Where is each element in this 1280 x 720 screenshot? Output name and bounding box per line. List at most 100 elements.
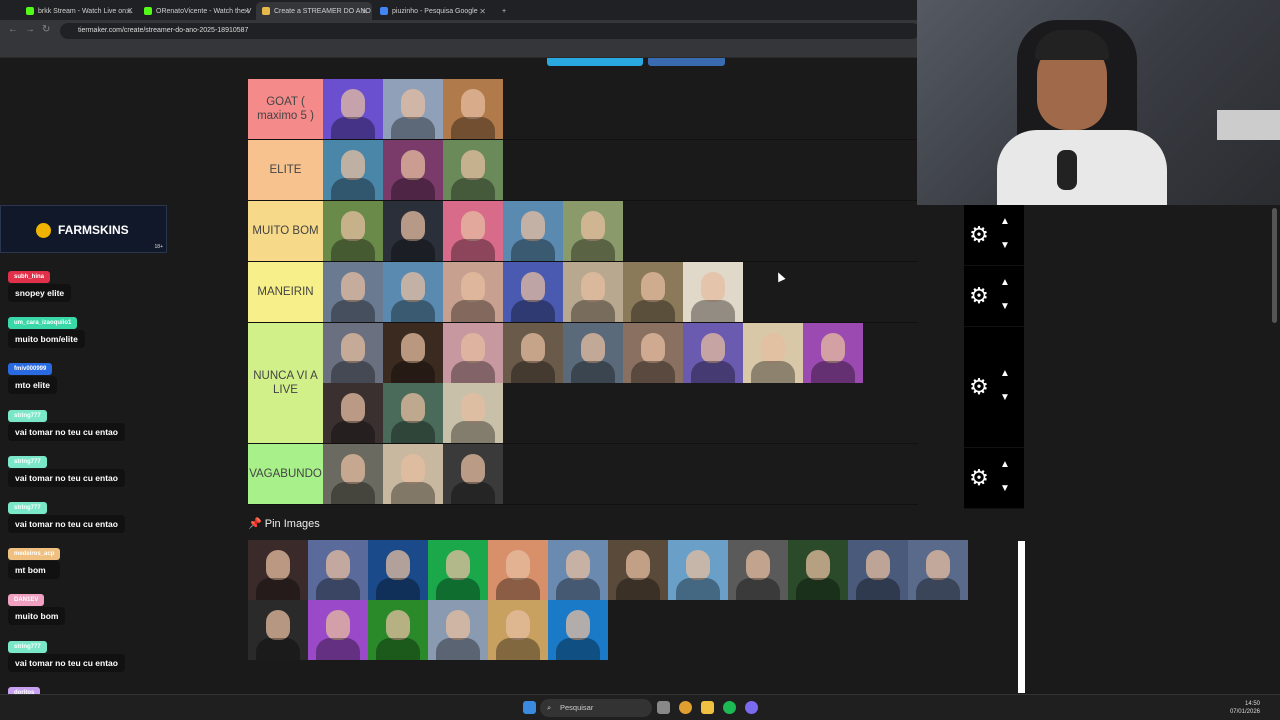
task-view-icon[interactable] bbox=[657, 701, 670, 714]
pin-item-image[interactable] bbox=[368, 600, 428, 660]
spotify-icon[interactable] bbox=[723, 701, 736, 714]
tier-label[interactable]: VAGABUNDO bbox=[248, 444, 323, 504]
tier-item-image[interactable] bbox=[503, 262, 563, 322]
tier-item-image[interactable] bbox=[383, 140, 443, 200]
page-scrollbar[interactable] bbox=[1272, 208, 1277, 323]
browser-tab[interactable]: ORenatoVicente - Watch the V ✕ bbox=[138, 2, 254, 20]
chevron-up-icon[interactable]: ▲ bbox=[1000, 460, 1010, 470]
pin-item-image[interactable] bbox=[788, 540, 848, 600]
tier-item-image[interactable] bbox=[323, 444, 383, 504]
new-tab-icon[interactable]: + bbox=[496, 2, 512, 20]
pin-item-image[interactable] bbox=[548, 540, 608, 600]
tier-item-image[interactable] bbox=[443, 140, 503, 200]
file-explorer-icon[interactable] bbox=[701, 701, 714, 714]
portrait-body bbox=[571, 239, 615, 261]
tier-item-image[interactable] bbox=[323, 383, 383, 443]
tier-item-image[interactable] bbox=[443, 201, 503, 261]
discord-icon[interactable] bbox=[745, 701, 758, 714]
gear-icon[interactable]: ⚙ bbox=[968, 467, 990, 489]
tier-item-image[interactable] bbox=[383, 201, 443, 261]
tier-label[interactable]: MANEIRIN bbox=[248, 262, 323, 322]
pin-item-image[interactable] bbox=[428, 600, 488, 660]
tier-item-image[interactable] bbox=[443, 383, 503, 443]
tier-item-image[interactable] bbox=[443, 323, 503, 383]
tier-item-image[interactable] bbox=[323, 262, 383, 322]
tier-item-image[interactable] bbox=[443, 444, 503, 504]
pin-item-image[interactable] bbox=[548, 600, 608, 660]
pin-item-image[interactable] bbox=[488, 540, 548, 600]
tier-item-image[interactable] bbox=[323, 201, 383, 261]
back-icon[interactable]: ← bbox=[8, 24, 18, 35]
chat-text: vai tomar no teu cu entao bbox=[8, 515, 125, 533]
pin-item-image[interactable] bbox=[308, 600, 368, 660]
tier-item-image[interactable] bbox=[323, 323, 383, 383]
reload-icon[interactable]: ↻ bbox=[42, 24, 50, 35]
pin-item-image[interactable] bbox=[248, 600, 308, 660]
taskbar-search-input[interactable]: ⌕ Pesquisar bbox=[540, 699, 652, 717]
tier-item-image[interactable] bbox=[743, 323, 803, 383]
tier-label[interactable]: MUITO BOM bbox=[248, 201, 323, 261]
browser-tab[interactable]: Create a STREAMER DO ANO (✕ bbox=[256, 2, 372, 20]
gear-icon[interactable]: ⚙ bbox=[968, 224, 990, 246]
tier-item-image[interactable] bbox=[383, 262, 443, 322]
chevron-up-icon[interactable]: ▲ bbox=[1000, 278, 1010, 288]
tier-item-image[interactable] bbox=[503, 323, 563, 383]
tier-item-image[interactable] bbox=[623, 262, 683, 322]
pin-item-image[interactable] bbox=[848, 540, 908, 600]
tab-close-icon[interactable]: ✕ bbox=[125, 7, 132, 16]
pin-item-image[interactable] bbox=[428, 540, 488, 600]
tier-row: ELITE bbox=[248, 140, 918, 201]
chat-message: string777 vai tomar no teu cu entao bbox=[8, 635, 125, 672]
portrait-body bbox=[391, 300, 435, 322]
tier-item-image[interactable] bbox=[383, 323, 443, 383]
pin-item-image[interactable] bbox=[728, 540, 788, 600]
tier-item-image[interactable] bbox=[683, 323, 743, 383]
gear-icon[interactable]: ⚙ bbox=[968, 376, 990, 398]
pin-item-image[interactable] bbox=[608, 540, 668, 600]
tab-close-icon[interactable]: ✕ bbox=[479, 7, 486, 16]
tier-item-image[interactable] bbox=[623, 323, 683, 383]
tier-item-image[interactable] bbox=[683, 262, 743, 322]
portrait-body bbox=[391, 421, 435, 443]
tab-close-icon[interactable]: ✕ bbox=[243, 7, 250, 16]
tier-item-image[interactable] bbox=[323, 140, 383, 200]
chrome-icon[interactable] bbox=[679, 701, 692, 714]
windows-start-icon[interactable] bbox=[523, 701, 536, 714]
pin-item-image[interactable] bbox=[248, 540, 308, 600]
browser-tab[interactable]: brkk Stream - Watch Live on K ✕ bbox=[20, 2, 136, 20]
tier-item-image[interactable] bbox=[803, 323, 863, 383]
tier-item-image[interactable] bbox=[563, 201, 623, 261]
tier-label[interactable]: NUNCA VI A LIVE bbox=[248, 323, 323, 443]
chevron-down-icon[interactable]: ▼ bbox=[1000, 393, 1010, 403]
tier-item-image[interactable] bbox=[503, 201, 563, 261]
tab-close-icon[interactable]: ✕ bbox=[361, 7, 368, 16]
chevron-down-icon[interactable]: ▼ bbox=[1000, 241, 1010, 251]
pin-item-image[interactable] bbox=[908, 540, 968, 600]
gear-icon[interactable]: ⚙ bbox=[968, 285, 990, 307]
pin-scrollbar[interactable] bbox=[1018, 541, 1025, 693]
forward-icon[interactable]: → bbox=[25, 24, 35, 35]
tier-item-image[interactable] bbox=[383, 79, 443, 139]
tier-item-image[interactable] bbox=[383, 383, 443, 443]
pin-item-image[interactable] bbox=[308, 540, 368, 600]
tier-item-image[interactable] bbox=[443, 262, 503, 322]
chevron-up-icon[interactable]: ▲ bbox=[1000, 217, 1010, 227]
tier-label[interactable]: GOAT ( maximo 5 ) bbox=[248, 79, 323, 139]
pin-item-image[interactable] bbox=[668, 540, 728, 600]
tier-item-image[interactable] bbox=[323, 79, 383, 139]
chevron-down-icon[interactable]: ▼ bbox=[1000, 484, 1010, 494]
chevron-up-icon[interactable]: ▲ bbox=[1000, 369, 1010, 379]
portrait-head bbox=[401, 272, 425, 302]
options-button[interactable] bbox=[648, 58, 725, 66]
tier-item-image[interactable] bbox=[563, 323, 623, 383]
pin-item-image[interactable] bbox=[368, 540, 428, 600]
tier-item-image[interactable] bbox=[443, 79, 503, 139]
tier-label[interactable]: ELITE bbox=[248, 140, 323, 200]
browser-tab[interactable]: piuzinho - Pesquisa Google ✕ bbox=[374, 2, 490, 20]
chevron-down-icon[interactable]: ▼ bbox=[1000, 302, 1010, 312]
pin-item-image[interactable] bbox=[488, 600, 548, 660]
tier-item-image[interactable] bbox=[563, 262, 623, 322]
save-button[interactable] bbox=[547, 58, 643, 66]
url-input[interactable]: tiermaker.com/create/streamer-do-ano-202… bbox=[60, 23, 920, 39]
tier-item-image[interactable] bbox=[383, 444, 443, 504]
